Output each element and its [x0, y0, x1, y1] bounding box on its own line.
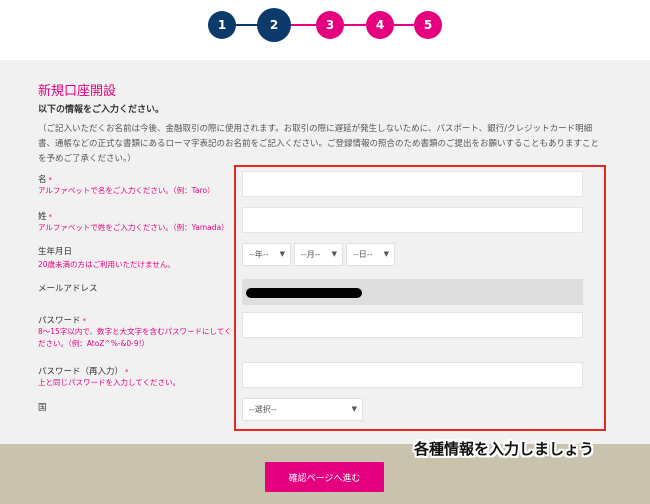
confirm-page-button[interactable]: 確認ページへ進む [265, 462, 384, 492]
last-name-hint: アルファベットで姓をご入力ください。（例：Yamada） [38, 223, 229, 232]
step-5: 5 [414, 11, 442, 39]
password-confirm-label: パスワード（再入力） * [38, 367, 129, 377]
first-name-label: 名 * [38, 175, 53, 185]
form-subtitle: 以下の情報をご入力ください。 [38, 105, 165, 115]
email-label: メールアドレス [38, 284, 98, 294]
password-confirm-hint: 上と同じパスワードを入力してください。 [38, 378, 181, 387]
first-name-hint: アルファベットで名をご入力ください。（例：Taro） [38, 186, 215, 195]
step-4: 4 [366, 11, 394, 39]
step-2-current: 2 [257, 8, 291, 42]
birthdate-hint: 20歳未満の方はご利用いただけません。 [38, 260, 175, 269]
birthdate-label: 生年月日 [38, 247, 73, 257]
caption-text: 各種情報を入力しましょう [414, 440, 595, 458]
highlight-box [234, 165, 606, 431]
country-label: 国 [38, 403, 47, 413]
form-notice: （ご記入いただくお名前は今後、金融取引の際に使用されます。お取引の際に遅延が発生… [38, 124, 600, 164]
password-label: パスワード * [38, 316, 87, 326]
step-1: 1 [208, 11, 236, 39]
step-3: 3 [316, 11, 344, 39]
progress-stepper: 1 2 3 4 5 [0, 0, 650, 60]
form-title: 新規口座開設 [38, 84, 117, 99]
last-name-label: 姓 * [38, 212, 53, 222]
password-hint: 8～15字以内で、数字と大文字を含むパスワードにしてください。（例：AtoZ^%… [38, 327, 232, 348]
